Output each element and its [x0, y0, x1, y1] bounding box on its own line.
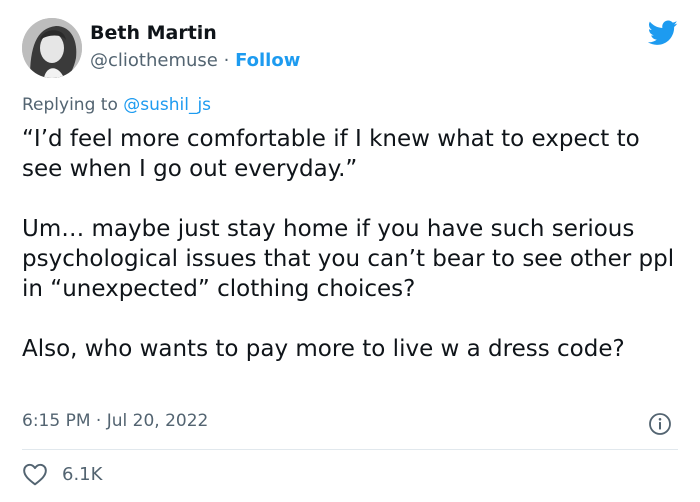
- reply-mention-link[interactable]: @sushil_js: [123, 95, 211, 115]
- avatar-photo: [22, 18, 82, 78]
- like-count: 6.1K: [62, 463, 103, 485]
- tweet-timestamp[interactable]: 6:15 PM · Jul 20, 2022: [22, 411, 208, 431]
- like-button[interactable]: 6.1K: [22, 462, 102, 486]
- separator-dot: ·: [223, 50, 230, 71]
- divider: [22, 449, 678, 450]
- tweet-paragraph: “I’d feel more comfortable if I knew wha…: [22, 126, 640, 182]
- tweet-paragraph: Also, who wants to pay more to live w a …: [22, 336, 625, 362]
- avatar[interactable]: [22, 18, 82, 78]
- tweet-text: “I’d feel more comfortable if I knew wha…: [22, 124, 687, 364]
- reply-prefix: Replying to: [22, 95, 118, 115]
- tweet-paragraph: Um… maybe just stay home if you have suc…: [22, 216, 675, 302]
- twitter-bird-icon[interactable]: [648, 20, 678, 46]
- follow-button[interactable]: Follow: [235, 50, 300, 71]
- author-handle-row: @cliothemuse · Follow: [90, 50, 300, 71]
- author-handle[interactable]: @cliothemuse: [90, 50, 218, 71]
- tweet-card: Beth Martin @cliothemuse · Follow Replyi…: [0, 0, 700, 502]
- reply-context: Replying to @sushil_js: [22, 95, 211, 115]
- info-icon[interactable]: [648, 412, 672, 436]
- heart-icon: [23, 463, 47, 486]
- author-name[interactable]: Beth Martin: [90, 22, 217, 44]
